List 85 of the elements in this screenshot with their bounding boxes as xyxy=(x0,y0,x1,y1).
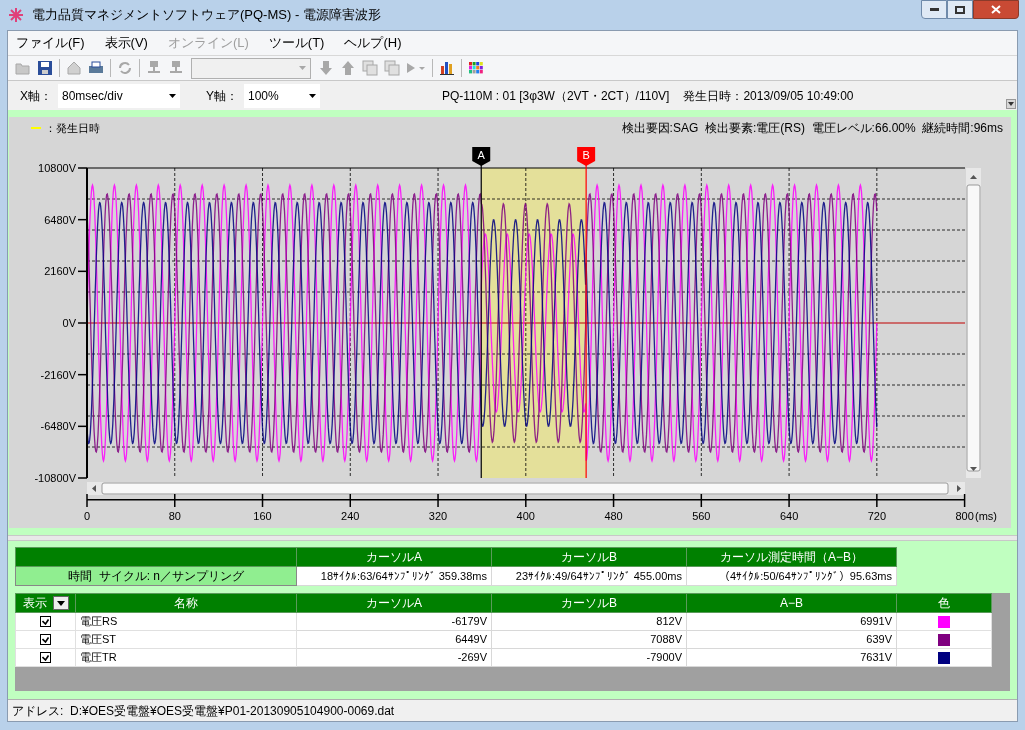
collapse-button[interactable] xyxy=(1006,99,1016,109)
dropdown-button[interactable] xyxy=(52,596,69,610)
table-cell: -7900V xyxy=(491,648,687,667)
minimize-icon xyxy=(929,8,939,11)
y-tick-label: 2160V xyxy=(44,265,76,278)
x-scale-dropdown[interactable]: 80msec/div xyxy=(58,83,180,108)
menu-item[interactable]: ファイル(F) xyxy=(16,33,85,53)
x-tick-label: 800 xyxy=(955,510,974,522)
column-header: カーソルA xyxy=(296,547,492,567)
maximize-icon xyxy=(955,5,965,14)
x-tick-label: 240 xyxy=(341,510,360,522)
cursor-label: B xyxy=(582,149,590,161)
column-header: 表示 xyxy=(22,595,47,612)
checkbox[interactable] xyxy=(40,652,51,663)
caret-icon xyxy=(299,66,306,70)
cursor-label: A xyxy=(477,149,485,161)
caret-icon xyxy=(309,93,316,98)
caret-icon xyxy=(169,93,176,98)
close-button[interactable] xyxy=(973,0,1019,19)
caret-icon xyxy=(1008,102,1014,106)
cursor-marker[interactable] xyxy=(472,147,491,166)
x-tick-label: 160 xyxy=(253,510,272,522)
table-cell: 7088V xyxy=(491,630,687,649)
column-header: カーソルA xyxy=(366,596,422,610)
play-icon xyxy=(407,63,415,73)
legend-label: ：発生日時 xyxy=(45,120,100,136)
y-tick-label: -2160V xyxy=(40,368,76,381)
channel-name: 電圧TR xyxy=(75,648,297,667)
x-tick-label: 640 xyxy=(779,510,799,522)
table-cell: 639V xyxy=(686,630,897,649)
y-tick-label: 0V xyxy=(62,317,76,329)
cursor-marker[interactable] xyxy=(577,147,596,166)
table-cell: 6449V xyxy=(296,630,492,649)
status-text: アドレス: D:¥OES受電盤¥OES受電盤¥P01-20130905104900-0069.dat xyxy=(12,702,395,720)
x-unit-label: (ms) xyxy=(975,510,997,522)
channel-name: 電圧ST xyxy=(75,630,297,649)
color-swatch[interactable] xyxy=(938,633,950,646)
x-tick-label: 480 xyxy=(604,510,623,522)
menu-item[interactable]: ヘルプ(H) xyxy=(344,33,402,53)
table-cell: 6991V xyxy=(686,612,897,631)
cursor-line[interactable] xyxy=(585,164,587,479)
x-tick-label: 320 xyxy=(428,510,448,522)
app-logo-icon xyxy=(8,7,24,23)
vertical-scrollbar[interactable] xyxy=(966,168,981,478)
x-tick-label: 560 xyxy=(692,510,711,522)
y-tick-label: -6480V xyxy=(40,420,76,433)
channel-name: 電圧RS xyxy=(75,612,297,631)
y-tick-label: 10800V xyxy=(38,162,76,174)
table-cell: -6179V xyxy=(296,612,492,631)
occurrence-time: 発生日時：2013/09/05 10:49:00 xyxy=(683,87,854,105)
color-swatch[interactable] xyxy=(938,615,950,628)
minimize-button[interactable] xyxy=(921,0,947,19)
checkbox[interactable] xyxy=(40,634,51,645)
menu-item[interactable]: ツール(T) xyxy=(268,33,325,53)
close-icon xyxy=(991,5,1001,14)
caret-icon xyxy=(419,66,425,70)
axis-label: Y軸： xyxy=(206,87,239,105)
device-info: PQ-110M : 01 [3φ3W（2VT・2CT）/110V] xyxy=(442,87,670,105)
horizontal-scrollbar[interactable] xyxy=(87,482,965,495)
column-header: カーソル測定時間（A−B） xyxy=(686,547,897,567)
detection-info: 検出要因:SAG 検出要素:電圧(RS) 電圧レベル:66.00% 継続時間:96ms xyxy=(621,120,1003,137)
cursor-line[interactable] xyxy=(480,164,482,479)
column-header: 色 xyxy=(938,596,950,610)
color-swatch[interactable] xyxy=(938,651,950,664)
y-tick-label: -10800V xyxy=(34,472,76,484)
column-header: A−B xyxy=(780,596,803,610)
x-tick-label: 0 xyxy=(83,510,91,522)
table-cell: -269V xyxy=(296,648,492,667)
y-scale-dropdown[interactable]: 100% xyxy=(244,83,320,108)
legend-line-icon xyxy=(31,127,41,129)
axis-label: X軸： xyxy=(20,87,53,105)
x-tick-label: 80 xyxy=(168,510,181,522)
checkbox[interactable] xyxy=(40,616,51,627)
table-cell: 812V xyxy=(491,612,687,631)
column-header: カーソルB xyxy=(561,596,617,610)
x-tick-label: 400 xyxy=(516,510,535,522)
x-tick-label: 720 xyxy=(867,510,886,522)
caret-icon xyxy=(56,600,65,606)
column-header: カーソルB xyxy=(491,547,687,567)
menu-item[interactable]: 表示(V) xyxy=(104,33,148,53)
table-cell: 7631V xyxy=(686,648,897,667)
maximize-button[interactable] xyxy=(947,0,973,19)
window-title: 電力品質マネジメントソフトウェア(PQ-MS) - 電源障害波形 xyxy=(32,6,381,25)
y-tick-label: 6480V xyxy=(44,213,76,226)
column-header: 名称 xyxy=(174,596,198,610)
